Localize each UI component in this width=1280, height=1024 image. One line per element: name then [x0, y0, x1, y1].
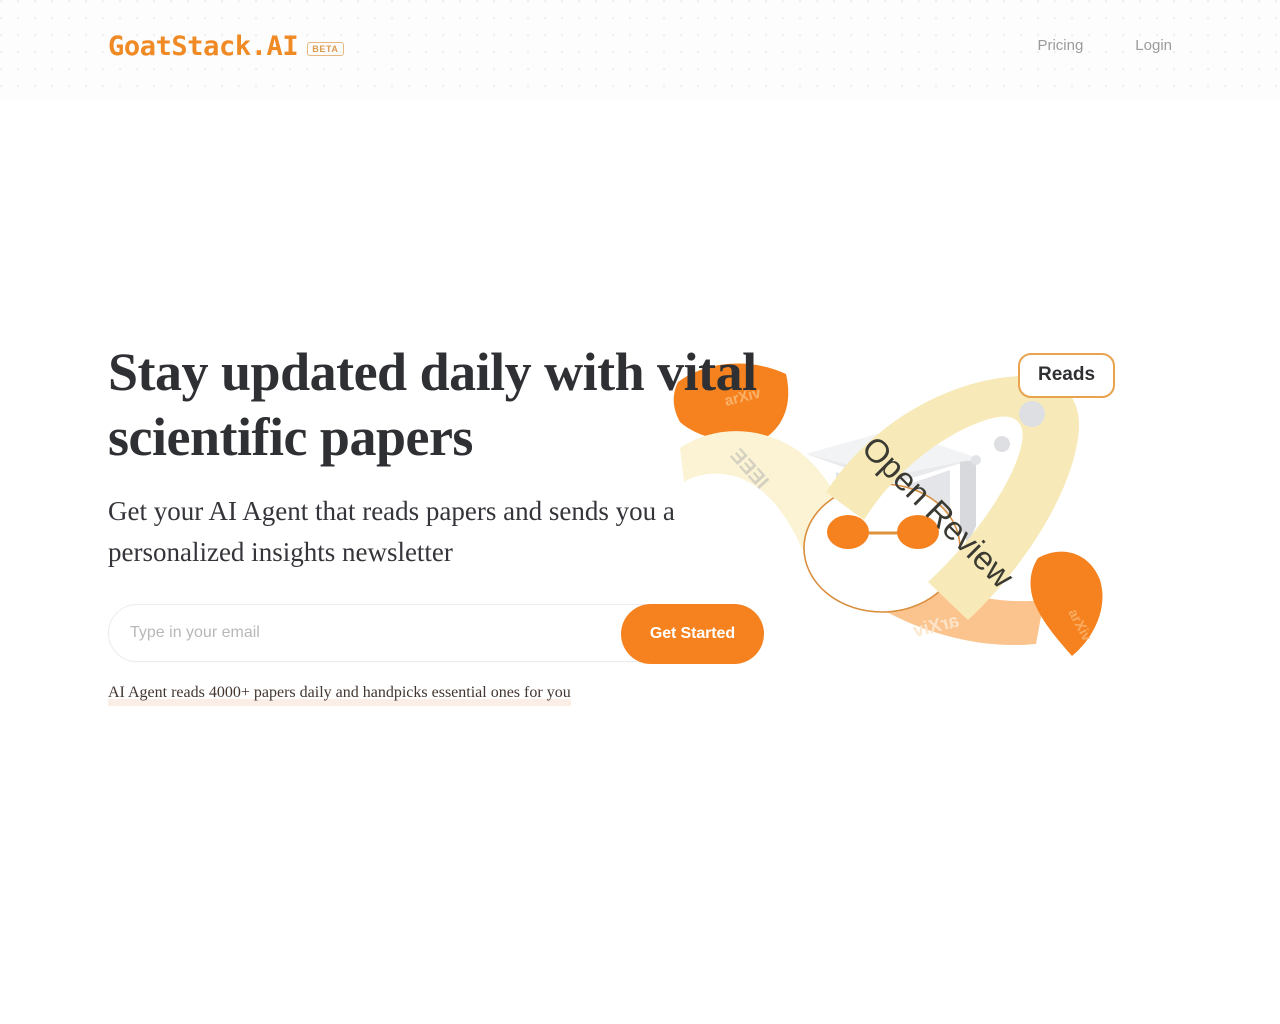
brand-name: GoatStack.AI: [108, 31, 299, 62]
thought-dot-medium: [994, 436, 1010, 452]
hero-caption: AI Agent reads 4000+ papers daily and ha…: [108, 683, 571, 701]
nav-link-pricing[interactable]: Pricing: [1037, 37, 1083, 54]
thought-dot-small: [971, 455, 981, 465]
thought-dot-large: [1019, 401, 1045, 427]
nav-link-login[interactable]: Login: [1135, 37, 1172, 54]
page-title: Stay updated daily with vital scientific…: [108, 342, 757, 468]
beta-badge: BETA: [307, 41, 344, 56]
brand-logo[interactable]: GoatStack.AI BETA: [108, 33, 344, 60]
hero-caption-wrapper: AI Agent reads 4000+ papers daily and ha…: [108, 683, 571, 706]
top-navigation: GoatStack.AI BETA Pricing Login: [0, 0, 1280, 100]
hero-subtitle: Get your AI Agent that reads papers and …: [108, 495, 675, 567]
nav-links: Pricing Login: [1037, 33, 1172, 54]
reads-bubble: Reads: [1018, 353, 1116, 398]
email-signup-form: Get Started: [108, 603, 764, 664]
ribbon-segment-orange-right: [1030, 551, 1103, 656]
hero-section: Stay updated daily with vital scientific…: [108, 340, 808, 706]
get-started-button[interactable]: Get Started: [620, 603, 764, 664]
